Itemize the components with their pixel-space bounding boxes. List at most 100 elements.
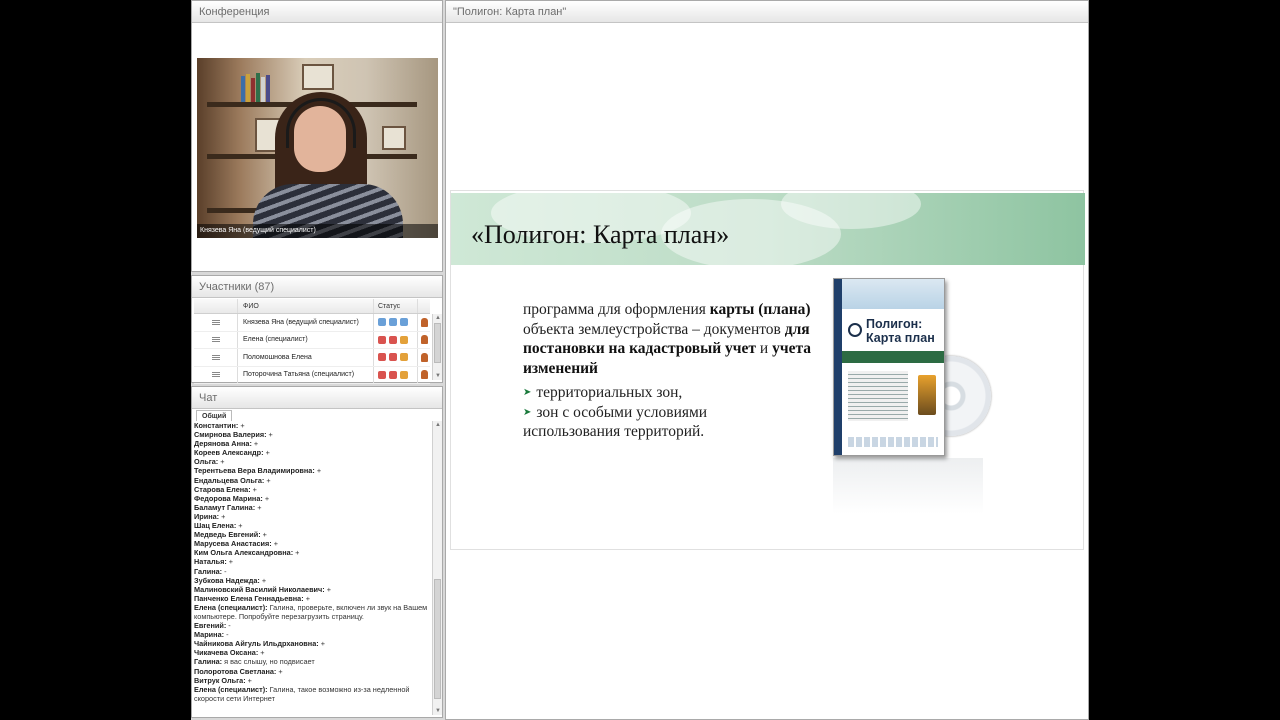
table-row[interactable]: Елена (специалист)	[194, 331, 430, 349]
chat-message: Ким Ольга Александровна: +	[194, 548, 428, 557]
user-icon	[420, 335, 428, 345]
bullet-item: ➤ территориальных зон,	[523, 384, 683, 401]
chat-message: Витрук Ольга: +	[194, 676, 428, 685]
chat-message: Елена (специалист): Галина, проверьте, в…	[194, 603, 428, 621]
scroll-down-icon[interactable]: ▼	[435, 372, 441, 380]
books	[241, 72, 281, 102]
chat-message: Малиновский Василий Николаевич: +	[194, 585, 428, 594]
chat-message-text: +	[271, 539, 279, 549]
chat-message-author: Галина:	[194, 657, 223, 667]
tab-general[interactable]: Общий	[196, 410, 233, 421]
scroll-down-icon[interactable]: ▼	[435, 707, 441, 715]
table-header: ФИО Статус	[194, 299, 430, 314]
scroll-thumb[interactable]	[434, 323, 441, 363]
chat-message: Терентьева Вера Владимировна: +	[194, 466, 428, 475]
column-header-name[interactable]: ФИО	[238, 299, 374, 313]
user-icon	[420, 370, 428, 380]
slide-heading: «Полигон: Карта план»	[471, 220, 730, 249]
chat-message-author: Витрук Ольга:	[194, 675, 246, 685]
row-menu-icon[interactable]	[211, 372, 220, 378]
chat-message: Марина: -	[194, 630, 428, 639]
chat-message: Дерянова Анна: +	[194, 439, 428, 448]
presentation-panel-title: "Полигон: Карта план"	[446, 1, 1088, 23]
column-header-status[interactable]: Статус	[374, 299, 418, 313]
screen-status-icon	[400, 335, 408, 344]
product-title: Полигон: Карта план	[866, 317, 935, 345]
chat-message-author: Медведь Евгений:	[194, 530, 261, 540]
chat-message: Константин: +	[194, 421, 428, 430]
chat-message-text: +	[266, 430, 273, 440]
conference-panel-title: Конференция	[192, 1, 442, 23]
chat-message-author: Панченко Елена Геннадьевна:	[194, 593, 304, 603]
chat-message: Чайникова Айгуль Ильдрхановна: +	[194, 639, 428, 648]
chat-message-text: +	[276, 666, 283, 676]
product-box-image: Полигон: Карта план	[825, 274, 995, 514]
participant-name: Поломошнова Елена	[238, 349, 374, 366]
slide-bullets: ➤ территориальных зон, ➤ зон с особыми у…	[523, 383, 823, 442]
chat-message-list: Константин: + Смирнова Валерия: + Дерянова…	[194, 421, 428, 715]
row-menu-icon[interactable]	[211, 319, 220, 325]
scroll-up-icon[interactable]: ▲	[435, 421, 441, 429]
chat-message-text: +	[258, 648, 265, 658]
chat-message-author: Кореев Александр:	[194, 448, 264, 458]
participant-name: Поторочина Татьяна (специалист)	[238, 366, 374, 383]
chat-message-text: я вас слышу, но подвисает	[222, 657, 315, 667]
chat-message-text: +	[218, 457, 225, 467]
chat-message-text: +	[259, 575, 267, 585]
chat-message: Ендальцева Ольга: +	[194, 476, 428, 485]
bullet-item: ➤ зон с особыми условиями	[523, 403, 708, 421]
participant-name: Елена (специалист)	[238, 331, 374, 348]
video-feed[interactable]: Князева Яна (ведущий специалист)	[197, 58, 438, 238]
chat-message: Елена (специалист): Галина, такое возмож…	[194, 685, 428, 703]
chat-message-text: -	[224, 630, 229, 640]
chat-message-author: Ольга:	[194, 457, 219, 467]
chat-message-author: Ендальцева Ольга:	[194, 475, 265, 485]
chat-message: Панченко Елена Геннадьевна: +	[194, 594, 428, 603]
chat-message-author: Наталья:	[194, 557, 227, 567]
chat-message: Баламут Галина: +	[194, 503, 428, 512]
microphone-off-icon	[378, 370, 386, 379]
chat-message-text: +	[226, 557, 234, 567]
slide-description: программа для оформления карты (плана) о…	[523, 301, 812, 377]
chat-message-text: +	[236, 521, 243, 531]
table-row[interactable]: Князева Яна (ведущий специалист)	[194, 314, 430, 332]
chat-message: Полоротова Светлана: +	[194, 667, 428, 676]
chat-scrollbar[interactable]: ▲ ▼	[432, 421, 442, 715]
chat-panel-title: Чат	[192, 387, 442, 409]
participant-name: Князева Яна (ведущий специалист)	[238, 314, 374, 331]
chat-message-text: -	[222, 566, 227, 576]
picture-frame	[302, 64, 334, 90]
table-row[interactable]: Поторочина Татьяна (специалист)	[194, 366, 430, 384]
chat-message-author: Ирина:	[194, 511, 220, 521]
presentation-panel: "Полигон: Карта план" «Полигон: Карта пл…	[445, 0, 1089, 720]
chat-tabs: Общий	[193, 409, 441, 421]
participants-scrollbar[interactable]: ▲ ▼	[432, 314, 442, 380]
chat-message-author: Галина:	[194, 566, 223, 576]
chat-message-text: +	[303, 593, 310, 603]
chat-message: Наталья: +	[194, 557, 428, 566]
microphone-off-icon	[378, 353, 386, 362]
chat-message-author: Чикачева Оксана:	[194, 648, 259, 658]
scroll-up-icon[interactable]: ▲	[435, 314, 441, 322]
chat-message: Марусева Анастасия: +	[194, 539, 428, 548]
chat-message: Ирина: +	[194, 512, 428, 521]
arrow-right-icon: ➤	[523, 406, 532, 418]
chat-message: Смирнова Валерия: +	[194, 430, 428, 439]
row-menu-icon[interactable]	[211, 354, 220, 360]
chat-message-author: Елена (специалист):	[194, 602, 268, 612]
participants-panel-title: Участники (87)	[192, 276, 442, 298]
chat-message-author: Елена (специалист):	[194, 684, 268, 694]
chat-panel: Чат Общий Константин: + Смирнова Валерия:…	[191, 386, 443, 718]
arrow-right-icon: ➤	[523, 387, 532, 398]
chat-message-author: Дерянова Анна:	[194, 439, 252, 449]
chat-message: Федорова Марина: +	[194, 494, 428, 503]
video-caption: Князева Яна (ведущий специалист)	[197, 224, 438, 238]
conference-panel: Конференция Князева Яна (ведущий специал…	[191, 0, 443, 272]
chat-message-author: Терентьева Вера Владимировна:	[194, 466, 315, 476]
slide-banner: «Полигон: Карта план»	[451, 193, 1085, 265]
software-box: Полигон: Карта план	[833, 278, 945, 456]
row-menu-icon[interactable]	[211, 337, 220, 343]
scroll-thumb[interactable]	[434, 579, 441, 699]
table-row[interactable]: Поломошнова Елена	[194, 349, 430, 367]
webinar-app: Конференция Князева Яна (ведущий специал…	[191, 0, 1089, 720]
